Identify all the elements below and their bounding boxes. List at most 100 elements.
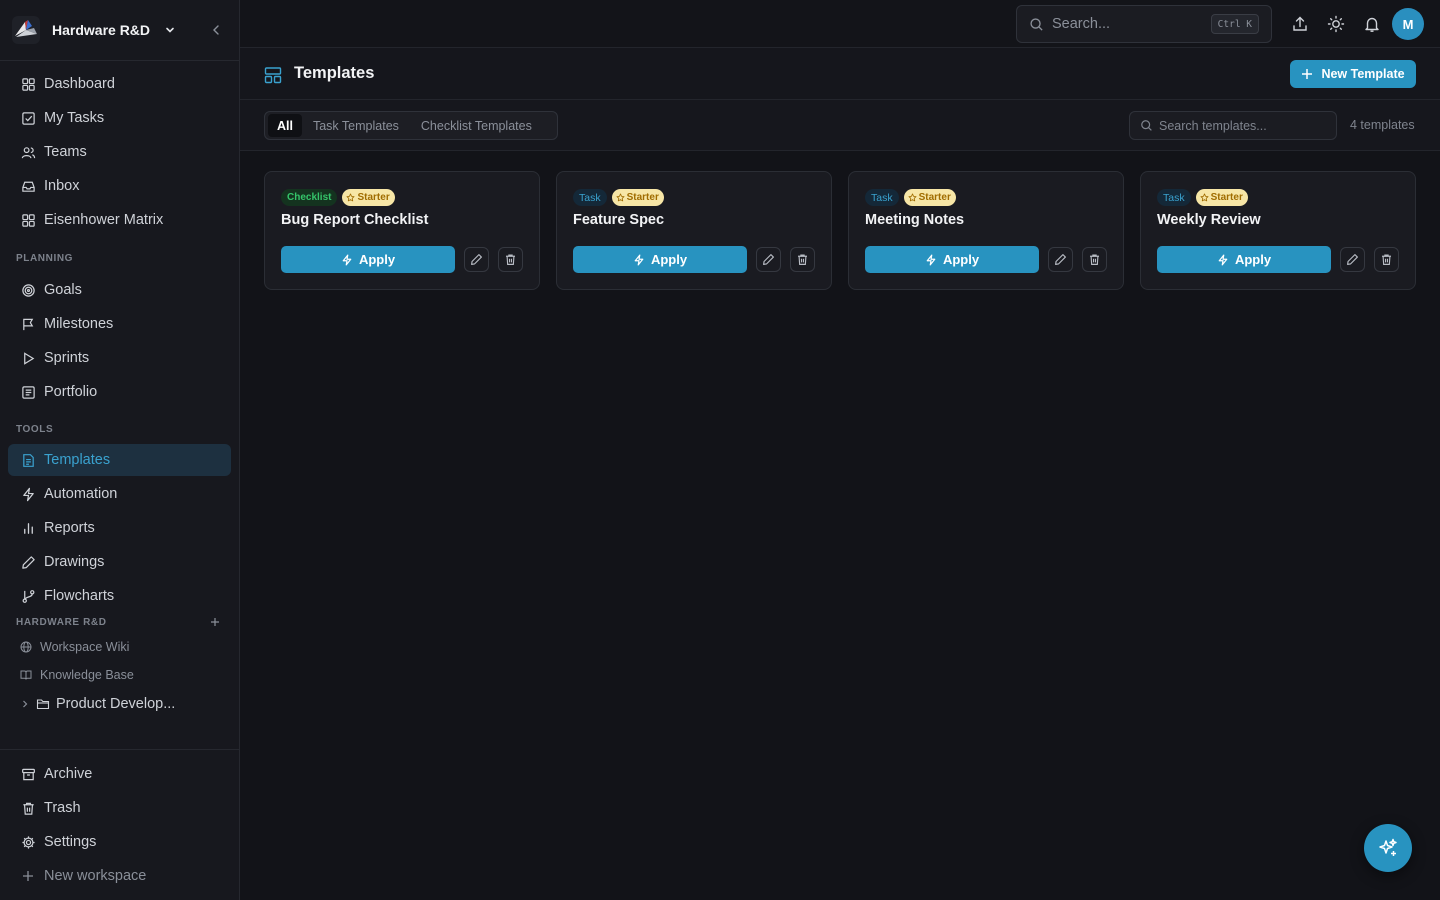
sidebar-item-label: Dashboard <box>44 76 115 92</box>
sidebar-item-label: Goals <box>44 282 82 298</box>
upload-icon[interactable] <box>1291 15 1309 33</box>
search-icon <box>1140 119 1153 132</box>
workspace-logo-icon <box>12 16 40 44</box>
layout-template-icon <box>264 66 282 84</box>
sidebar-item-label: Archive <box>44 766 93 782</box>
template-card: Task Starter Feature Spec Apply <box>556 171 832 290</box>
sidebar-item-reports[interactable]: Reports <box>8 512 231 544</box>
starter-badge-label: Starter <box>1210 192 1243 203</box>
new-workspace-button[interactable]: New workspace <box>8 860 231 892</box>
starter-badge-label: Starter <box>918 192 951 203</box>
sidebar-item-dashboard[interactable]: Dashboard <box>8 68 231 100</box>
workspace-switcher[interactable]: Hardware R&D <box>0 0 239 61</box>
zap-icon <box>20 486 36 502</box>
sidebar-item-drawings[interactable]: Drawings <box>8 546 231 578</box>
starter-badge: Starter <box>342 189 395 206</box>
template-type-tabs: All Task Templates Checklist Templates <box>264 111 558 140</box>
sidebar-item-sprints[interactable]: Sprints <box>8 342 231 374</box>
apply-button[interactable]: Apply <box>281 246 455 273</box>
sidebar-item-label: Inbox <box>44 178 80 194</box>
starter-badge: Starter <box>611 189 664 206</box>
pencil-icon <box>763 254 774 265</box>
search-placeholder: Search... <box>1052 16 1111 32</box>
template-count: 4 templates <box>1350 118 1415 132</box>
edit-button[interactable] <box>464 247 489 272</box>
sidebar-item-milestones[interactable]: Milestones <box>8 308 231 340</box>
trash-icon <box>1382 254 1391 265</box>
zap-icon <box>926 254 936 265</box>
apply-button[interactable]: Apply <box>865 246 1039 273</box>
sun-icon[interactable] <box>1327 15 1345 33</box>
check-square-icon <box>20 110 36 126</box>
tab-task-templates[interactable]: Task Templates <box>302 114 410 137</box>
sidebar-item-label: Product Develop... <box>56 696 176 712</box>
git-branch-icon <box>20 588 36 604</box>
template-card: Task Starter Meeting Notes Apply <box>848 171 1124 290</box>
apply-button[interactable]: Apply <box>573 246 747 273</box>
sidebar-item-archive[interactable]: Archive <box>8 758 231 790</box>
user-avatar[interactable]: M <box>1392 8 1424 40</box>
edit-button[interactable] <box>1048 247 1073 272</box>
ai-assistant-button[interactable] <box>1364 824 1412 872</box>
sidebar-item-goals[interactable]: Goals <box>8 274 231 306</box>
global-search-input[interactable]: Search... Ctrl K <box>1016 5 1272 43</box>
sidebar-item-label: My Tasks <box>44 110 105 126</box>
bar-chart-icon <box>20 520 36 536</box>
chevron-right-icon <box>20 699 30 709</box>
trash-icon <box>798 254 807 265</box>
sidebar-item-teams[interactable]: Teams <box>8 136 231 168</box>
starter-badge-label: Starter <box>357 192 390 203</box>
delete-button[interactable] <box>1082 247 1107 272</box>
delete-button[interactable] <box>1374 247 1399 272</box>
play-icon <box>20 350 36 366</box>
tab-all[interactable]: All <box>268 114 302 137</box>
sidebar-item-portfolio[interactable]: Portfolio <box>8 376 231 408</box>
template-card: Checklist Starter Bug Report Checklist A… <box>264 171 540 290</box>
plus-icon <box>1302 69 1313 79</box>
trash-icon <box>1090 254 1099 265</box>
sidebar-item-label: Eisenhower Matrix <box>44 212 164 228</box>
sidebar-folder-product-development[interactable]: Product Develop... <box>8 690 231 718</box>
new-template-button[interactable]: New Template <box>1290 60 1416 88</box>
sidebar-item-eisenhower-matrix[interactable]: Eisenhower Matrix <box>8 204 231 236</box>
zap-icon <box>1218 254 1228 265</box>
edit-button[interactable] <box>1340 247 1365 272</box>
sidebar-item-knowledge-base[interactable]: Knowledge Base <box>8 662 231 688</box>
sidebar-item-workspace-wiki[interactable]: Workspace Wiki <box>8 634 231 660</box>
sidebar-item-label: Knowledge Base <box>40 668 134 682</box>
edit-button[interactable] <box>756 247 781 272</box>
sidebar-item-label: Automation <box>44 486 118 502</box>
starter-badge: Starter <box>903 189 956 206</box>
apply-button[interactable]: Apply <box>1157 246 1331 273</box>
type-badge: Checklist <box>281 189 338 206</box>
type-badge: Task <box>865 189 899 206</box>
collapse-sidebar-icon[interactable] <box>208 22 224 38</box>
star-icon <box>346 193 355 202</box>
section-label-planning: PLANNING <box>16 253 74 264</box>
bell-icon[interactable] <box>1363 15 1381 33</box>
delete-button[interactable] <box>790 247 815 272</box>
sidebar-item-label: Trash <box>44 800 81 816</box>
pencil-icon <box>471 254 482 265</box>
sidebar-item-flowcharts[interactable]: Flowcharts <box>8 580 231 612</box>
sidebar-item-label: Portfolio <box>44 384 98 400</box>
sidebar-item-inbox[interactable]: Inbox <box>8 170 231 202</box>
apply-label: Apply <box>358 252 396 267</box>
sidebar-item-templates[interactable]: Templates <box>8 444 231 476</box>
sidebar-item-trash[interactable]: Trash <box>8 792 231 824</box>
template-title: Feature Spec <box>573 212 665 228</box>
template-search-input[interactable]: Search templates... <box>1129 111 1337 140</box>
add-page-icon[interactable] <box>209 616 221 628</box>
delete-button[interactable] <box>498 247 523 272</box>
grid-icon <box>20 212 36 228</box>
top-bar: Search... Ctrl K M <box>240 0 1440 48</box>
sidebar-item-automation[interactable]: Automation <box>8 478 231 510</box>
tab-checklist-templates[interactable]: Checklist Templates <box>410 114 543 137</box>
zap-icon <box>342 254 352 265</box>
users-icon <box>20 144 36 160</box>
sidebar-item-settings[interactable]: Settings <box>8 826 231 858</box>
inbox-icon <box>20 178 36 194</box>
archive-icon <box>20 766 36 782</box>
target-icon <box>20 282 36 298</box>
sidebar-item-my-tasks[interactable]: My Tasks <box>8 102 231 134</box>
